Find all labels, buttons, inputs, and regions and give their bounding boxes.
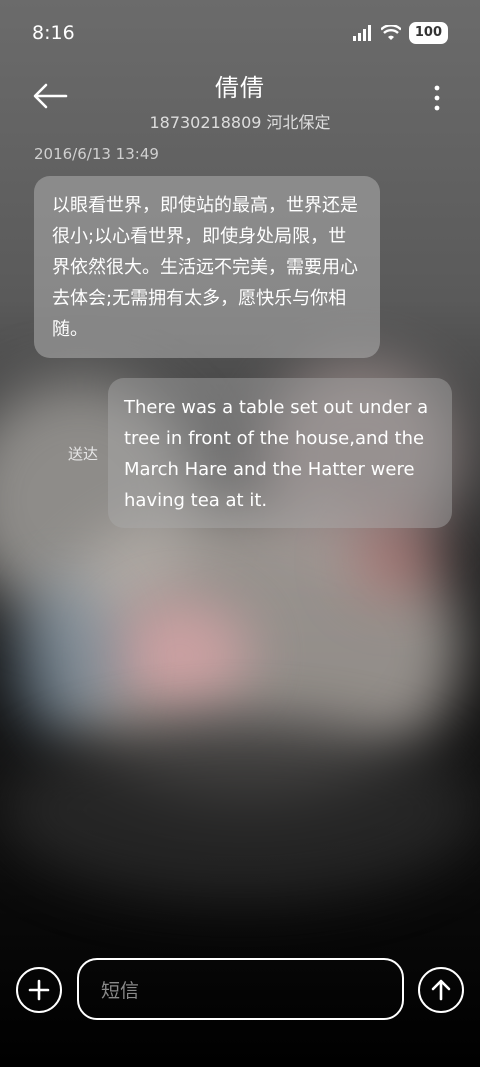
message-composer: 短信 xyxy=(0,958,480,1022)
delivery-status: 送达 xyxy=(68,445,99,463)
send-arrow-icon xyxy=(431,979,451,1001)
sent-message-bubble[interactable]: There was a table set out under a tree i… xyxy=(108,378,452,528)
add-attachment-button[interactable] xyxy=(16,967,62,1013)
wifi-icon xyxy=(380,25,401,40)
signal-icon xyxy=(352,25,371,41)
status-bar: 8:16 100 xyxy=(0,0,480,66)
received-message-bubble[interactable]: 以眼看世界，即使站的最高，世界还是很小;以心看世界，即使身处局限，世界依然很大。… xyxy=(34,176,380,358)
contact-name[interactable]: 倩倩 xyxy=(0,68,480,103)
message-input[interactable]: 短信 xyxy=(77,958,404,1020)
message-timestamp: 2016/6/13 13:49 xyxy=(34,145,159,163)
conversation-header: 倩倩 18730218809 河北保定 xyxy=(0,64,480,132)
send-button[interactable] xyxy=(418,967,464,1013)
more-options-icon[interactable] xyxy=(432,84,442,112)
message-input-placeholder: 短信 xyxy=(101,979,140,1002)
contact-number-location: 18730218809 河北保定 xyxy=(149,113,331,132)
clock: 8:16 xyxy=(32,22,75,44)
battery-indicator: 100 xyxy=(408,22,448,44)
plus-icon xyxy=(28,979,50,1001)
